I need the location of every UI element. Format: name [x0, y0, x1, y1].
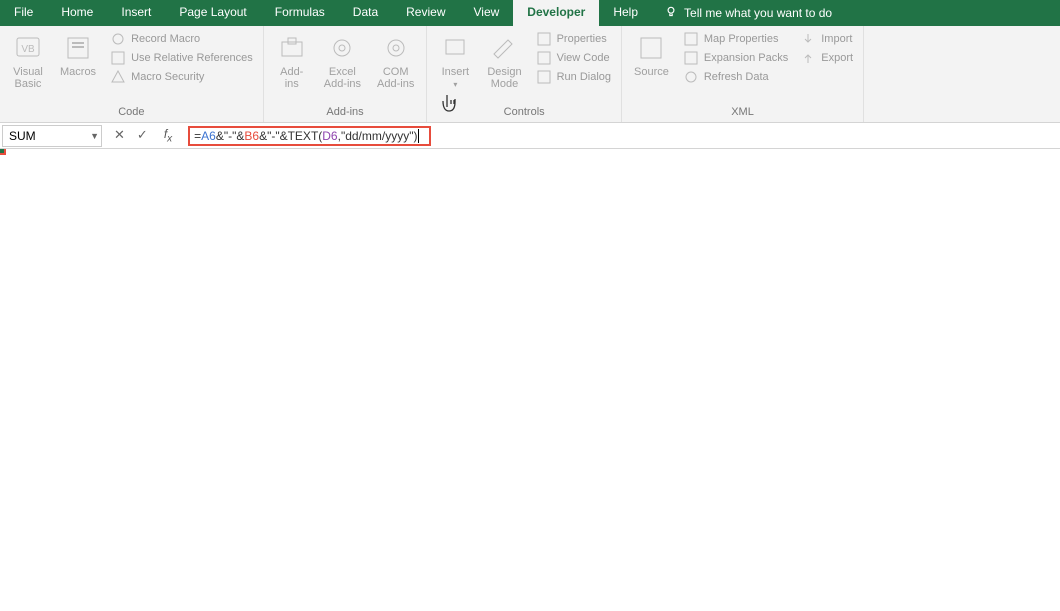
formula-bar[interactable]: =A6&"-"&B6&"-"&TEXT(D6,"dd/mm/yyyy") — [188, 129, 431, 143]
relative-references-button[interactable]: Use Relative References — [106, 49, 257, 67]
cancel-formula-button[interactable]: ✕ — [114, 127, 125, 143]
import-icon — [800, 31, 816, 47]
map-properties-button[interactable]: Map Properties — [679, 30, 792, 48]
addins-button[interactable]: Add- ins — [270, 30, 314, 92]
xml-export-button[interactable]: Export — [796, 49, 857, 67]
macros-button[interactable]: Macros — [54, 30, 102, 80]
view-code-icon — [536, 50, 552, 66]
tab-insert[interactable]: Insert — [107, 0, 165, 26]
xml-source-icon — [635, 32, 667, 64]
name-box-value: SUM — [9, 129, 36, 143]
run-dialog-button[interactable]: Run Dialog — [532, 68, 615, 86]
tab-data[interactable]: Data — [339, 0, 392, 26]
tab-formulas[interactable]: Formulas — [261, 0, 339, 26]
tell-me-label: Tell me what you want to do — [684, 6, 832, 20]
warning-icon — [110, 69, 126, 85]
addins-icon — [276, 32, 308, 64]
refresh-data-button[interactable]: Refresh Data — [679, 68, 792, 86]
properties-icon — [536, 31, 552, 47]
tab-home[interactable]: Home — [47, 0, 107, 26]
ribbon-tab-bar: File Home Insert Page Layout Formulas Da… — [0, 0, 1060, 26]
record-macro-button[interactable]: Record Macro — [106, 30, 257, 48]
design-mode-icon — [488, 32, 520, 64]
expansion-packs-icon — [683, 50, 699, 66]
chevron-down-icon[interactable]: ▼ — [90, 131, 99, 141]
visual-basic-icon: VB — [12, 32, 44, 64]
tell-me-search[interactable]: Tell me what you want to do — [652, 0, 844, 26]
refresh-icon — [683, 69, 699, 85]
excel-addins-button[interactable]: Excel Add-ins — [318, 30, 367, 92]
view-code-button[interactable]: View Code — [532, 49, 615, 67]
map-properties-icon — [683, 31, 699, 47]
name-box[interactable]: SUM ▼ — [2, 125, 102, 147]
design-mode-button[interactable]: Design Mode — [481, 30, 527, 92]
group-label-xml: XML — [628, 106, 857, 120]
ribbon: VB Visual Basic Macros Record Macro Use … — [0, 26, 1060, 123]
lightbulb-icon — [664, 5, 678, 22]
tab-file[interactable]: File — [0, 0, 47, 26]
ribbon-group-controls: Insert▾ Design Mode Properties View Code… — [427, 26, 622, 122]
ribbon-group-code: VB Visual Basic Macros Record Macro Use … — [0, 26, 264, 122]
group-label-controls: Controls — [433, 106, 615, 120]
tab-pagelayout[interactable]: Page Layout — [165, 0, 260, 26]
xml-source-button[interactable]: Source — [628, 30, 675, 80]
export-icon — [800, 50, 816, 66]
gear-icon — [326, 32, 358, 64]
insert-control-icon — [439, 32, 471, 64]
expansion-packs-button[interactable]: Expansion Packs — [679, 49, 792, 67]
tab-developer[interactable]: Developer — [513, 0, 599, 26]
cell-b6-highlight — [0, 149, 4, 153]
chevron-down-icon: ▾ — [453, 80, 457, 89]
visual-basic-button[interactable]: VB Visual Basic — [6, 30, 50, 92]
macro-security-button[interactable]: Macro Security — [106, 68, 257, 86]
cell-d6-highlight — [0, 149, 4, 153]
group-label-addins: Add-ins — [270, 106, 421, 120]
ribbon-group-addins: Add- ins Excel Add-ins COM Add-ins Add-i… — [264, 26, 428, 122]
gear-icon — [380, 32, 412, 64]
com-addins-button[interactable]: COM Add-ins — [371, 30, 420, 92]
tab-view[interactable]: View — [460, 0, 514, 26]
tab-help[interactable]: Help — [599, 0, 652, 26]
formula-text: =A6&"-"&B6&"-"&TEXT(D6,"dd/mm/yyyy") — [188, 126, 431, 146]
formula-bar-row: SUM ▼ ✕ ✓ fx =A6&"-"&B6&"-"&TEXT(D6,"dd/… — [0, 123, 1060, 149]
group-label-code: Code — [6, 106, 257, 120]
xml-import-button[interactable]: Import — [796, 30, 857, 48]
ribbon-group-xml: Source Map Properties Expansion Packs Re… — [622, 26, 864, 122]
record-macro-icon — [110, 31, 126, 47]
row6-highlight — [0, 149, 6, 155]
cell-a6-highlight — [0, 149, 4, 153]
relative-references-icon — [110, 50, 126, 66]
macros-icon — [62, 32, 94, 64]
svg-text:VB: VB — [21, 44, 35, 55]
fx-icon[interactable]: fx — [160, 127, 176, 144]
tab-review[interactable]: Review — [392, 0, 459, 26]
properties-button[interactable]: Properties — [532, 30, 615, 48]
cell-e6-highlight — [0, 149, 4, 153]
enter-formula-button[interactable]: ✓ — [137, 127, 148, 143]
insert-control-button[interactable]: Insert▾ — [433, 30, 477, 91]
run-dialog-icon — [536, 69, 552, 85]
